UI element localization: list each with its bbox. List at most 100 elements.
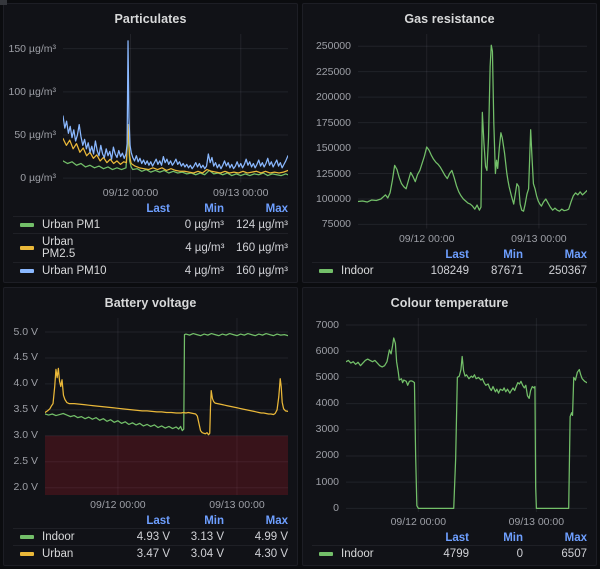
legend-value: 6507 — [523, 548, 587, 560]
series-color-swatch — [319, 552, 333, 556]
chart-area: 150 µg/m³100 µg/m³50 µg/m³0 µg/m³ 09/12 … — [13, 34, 288, 200]
series-color-swatch — [20, 535, 34, 539]
legend-column-header[interactable]: Last — [108, 515, 170, 527]
panel-title[interactable]: Particulates — [13, 8, 288, 28]
y-axis-tick-label: 5000 — [316, 371, 339, 383]
series-line-urban-pm1 — [63, 132, 288, 175]
chart-canvas — [358, 34, 587, 229]
legend-series-toggle[interactable]: Indoor — [319, 548, 407, 560]
x-axis-tick-label: 09/13 00:00 — [511, 233, 566, 245]
legend-column-header[interactable]: Max — [224, 515, 288, 527]
y-axis-tick-label: 6000 — [316, 345, 339, 357]
series-color-swatch — [20, 246, 34, 250]
legend-series-toggle[interactable]: Indoor — [20, 531, 108, 543]
legend-row: Indoor4.93 V3.13 V4.99 V — [13, 528, 288, 545]
legend-value: 108249 — [407, 265, 469, 277]
axis-corner — [13, 495, 45, 512]
legend-column-header[interactable]: Max — [523, 249, 587, 261]
legend-value: 3.13 V — [170, 531, 224, 543]
legend-column-header[interactable]: Last — [407, 249, 469, 261]
legend-header-row: LastMinMax — [13, 513, 288, 528]
y-axis: 70006000500040003000200010000 — [312, 318, 346, 513]
panel-title[interactable]: Battery voltage — [13, 292, 288, 312]
y-axis-tick-label: 100000 — [316, 193, 351, 205]
legend-value: 250367 — [523, 265, 587, 277]
panel-colour-temperature: Colour temperature 700060005000400030002… — [302, 287, 597, 567]
panel-particulates: Particulates 150 µg/m³100 µg/m³50 µg/m³0… — [3, 3, 298, 283]
y-axis-tick-label: 100 µg/m³ — [9, 86, 57, 98]
legend-table: LastMinMaxIndoor479906507 — [312, 530, 587, 562]
y-axis-tick-label: 125000 — [316, 168, 351, 180]
legend-column-header[interactable]: Max — [523, 532, 587, 544]
x-axis-tick-label: 09/13 00:00 — [209, 499, 264, 511]
legend-value: 160 µg/m³ — [224, 265, 288, 277]
legend-value: 0 µg/m³ — [170, 219, 224, 231]
y-axis-tick-label: 150000 — [316, 142, 351, 154]
axis-corner — [312, 229, 358, 246]
series-line-urban — [45, 368, 288, 434]
series-name: Indoor — [341, 548, 374, 560]
plot-area[interactable] — [346, 318, 587, 513]
y-axis-tick-label: 3000 — [316, 423, 339, 435]
legend-series-toggle[interactable]: Urban PM2.5 — [20, 236, 109, 260]
legend-series-toggle[interactable]: Urban — [20, 548, 108, 560]
grafana-dashboard: Particulates 150 µg/m³100 µg/m³50 µg/m³0… — [0, 0, 600, 569]
x-axis-tick-label: 09/12 00:00 — [103, 187, 158, 199]
legend-header-row: LastMinMax — [312, 530, 587, 545]
chart-canvas — [346, 318, 587, 513]
series-color-swatch — [20, 269, 34, 273]
y-axis-tick-label: 2.5 V — [13, 455, 38, 467]
y-axis-tick-label: 4.0 V — [13, 377, 38, 389]
legend-column-header[interactable]: Max — [224, 203, 288, 215]
legend-table: LastMinMaxIndoor4.93 V3.13 V4.99 VUrban3… — [13, 513, 288, 562]
legend-table: LastMinMaxUrban PM10 µg/m³124 µg/m³Urban… — [13, 201, 288, 279]
series-name: Urban PM2.5 — [42, 236, 109, 260]
axis-corner — [312, 512, 346, 529]
legend-series-toggle[interactable]: Indoor — [319, 265, 407, 277]
legend-value: 4 µg/m³ — [171, 242, 225, 254]
plot-area[interactable] — [63, 34, 288, 183]
plot-area[interactable] — [45, 318, 288, 496]
y-axis: 2500002250002000001750001500001250001000… — [312, 34, 358, 229]
legend-value: 4.30 V — [224, 548, 288, 560]
x-axis-tick-label: 09/12 00:00 — [399, 233, 454, 245]
legend-value: 87671 — [469, 265, 523, 277]
legend-series-toggle[interactable]: Urban PM1 — [20, 219, 108, 231]
legend-value: 4799 — [407, 548, 469, 560]
x-axis: 09/12 00:0009/13 00:00 — [63, 183, 288, 200]
y-axis-tick-label: 0 µg/m³ — [20, 172, 56, 184]
legend-column-header[interactable]: Min — [170, 515, 224, 527]
legend-value: 3.04 V — [170, 548, 224, 560]
panel-title[interactable]: Gas resistance — [312, 8, 587, 28]
y-axis-tick-label: 0 — [333, 502, 339, 514]
legend-row: Urban PM10 µg/m³124 µg/m³ — [13, 216, 288, 233]
legend-column-header[interactable]: Min — [170, 203, 224, 215]
legend-value: 160 µg/m³ — [224, 242, 288, 254]
legend-row: Urban3.47 V3.04 V4.30 V — [13, 545, 288, 562]
legend-column-header[interactable]: Last — [407, 532, 469, 544]
y-axis-tick-label: 2.0 V — [13, 481, 38, 493]
series-name: Indoor — [341, 265, 374, 277]
y-axis-tick-label: 5.0 V — [13, 326, 38, 338]
legend-row: Urban PM104 µg/m³160 µg/m³ — [13, 262, 288, 279]
legend-column-header[interactable]: Last — [108, 203, 170, 215]
y-axis-tick-label: 75000 — [322, 218, 351, 230]
legend-column-header[interactable]: Min — [469, 532, 523, 544]
legend-value: 4.99 V — [224, 531, 288, 543]
plot-area[interactable] — [358, 34, 587, 229]
legend-row: Indoor479906507 — [312, 545, 587, 562]
threshold-region — [45, 435, 288, 495]
chart-area: 2500002250002000001750001500001250001000… — [312, 34, 587, 246]
y-axis-tick-label: 2000 — [316, 449, 339, 461]
y-axis-tick-label: 4.5 V — [13, 351, 38, 363]
legend-series-toggle[interactable]: Urban PM10 — [20, 265, 108, 277]
x-axis-tick-label: 09/12 00:00 — [90, 499, 145, 511]
x-axis: 09/12 00:00 09/13 00:00 — [358, 229, 587, 246]
legend-column-header[interactable]: Min — [469, 249, 523, 261]
series-name: Urban PM10 — [42, 265, 107, 277]
series-line-indoor — [346, 337, 587, 507]
panel-title[interactable]: Colour temperature — [312, 292, 587, 312]
y-axis-tick-label: 150 µg/m³ — [9, 43, 57, 55]
series-color-swatch — [20, 552, 34, 556]
axis-corner — [13, 183, 63, 200]
